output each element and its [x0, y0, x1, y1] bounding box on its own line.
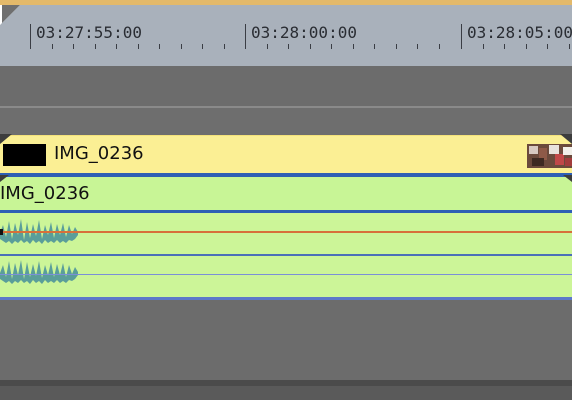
ruler-minor-tick: [396, 44, 397, 49]
timeline-scrollbar[interactable]: [0, 386, 572, 400]
empty-track[interactable]: [0, 66, 572, 106]
ruler-minor-tick: [224, 44, 225, 49]
channel-divider: [0, 254, 572, 256]
ruler-minor-tick: [569, 44, 570, 49]
ruler-minor-tick: [417, 44, 418, 49]
ruler-minor-tick: [116, 44, 117, 49]
ruler-minor-tick: [202, 44, 203, 49]
empty-track[interactable]: [0, 108, 572, 135]
ruler-timecode-label: 03:28:00:00: [251, 23, 357, 42]
ruler-timecode-label: 03:27:55:00: [36, 23, 142, 42]
fade-handle-icon[interactable]: [0, 175, 10, 183]
ruler-top-accent: [0, 0, 572, 5]
ruler-minor-tick: [547, 44, 548, 49]
empty-track[interactable]: [0, 300, 572, 380]
video-event[interactable]: IMG_0236: [0, 134, 572, 174]
video-event-label: IMG_0236: [54, 143, 144, 164]
volume-envelope-line[interactable]: [0, 231, 572, 233]
timeline-ruler[interactable]: 03:27:55:00 03:28:00:00 03:28:05:00: [0, 0, 572, 67]
pan-envelope-line[interactable]: [0, 274, 572, 275]
fade-handle-icon[interactable]: [562, 175, 572, 183]
ruler-minor-tick: [52, 44, 53, 49]
ruler-minor-tick: [267, 44, 268, 49]
ruler-minor-tick: [181, 44, 182, 49]
corner-notch-icon: [0, 5, 20, 25]
ruler-minor-tick: [374, 44, 375, 49]
ruler-minor-tick: [310, 44, 311, 49]
audio-event-label: IMG_0236: [0, 183, 90, 204]
ruler-major-tick: [30, 24, 31, 49]
ruler-minor-tick: [331, 44, 332, 49]
ruler-major-tick: [245, 24, 246, 49]
ruler-minor-tick: [504, 44, 505, 49]
ruler-minor-tick: [95, 44, 96, 49]
volume-envelope-point[interactable]: [0, 229, 3, 235]
ruler-minor-tick: [159, 44, 160, 49]
ruler-timecode-label: 03:28:05:00: [467, 23, 572, 42]
ruler-minor-tick: [73, 44, 74, 49]
ruler-major-tick: [461, 24, 462, 49]
ruler-minor-tick: [288, 44, 289, 49]
ruler-minor-tick: [483, 44, 484, 49]
ruler-minor-tick: [138, 44, 139, 49]
ruler-minor-tick: [526, 44, 527, 49]
ruler-minor-tick: [353, 44, 354, 49]
video-thumbnail: [3, 144, 46, 166]
ruler-minor-tick: [439, 44, 440, 49]
video-thumbnail: [527, 144, 572, 168]
